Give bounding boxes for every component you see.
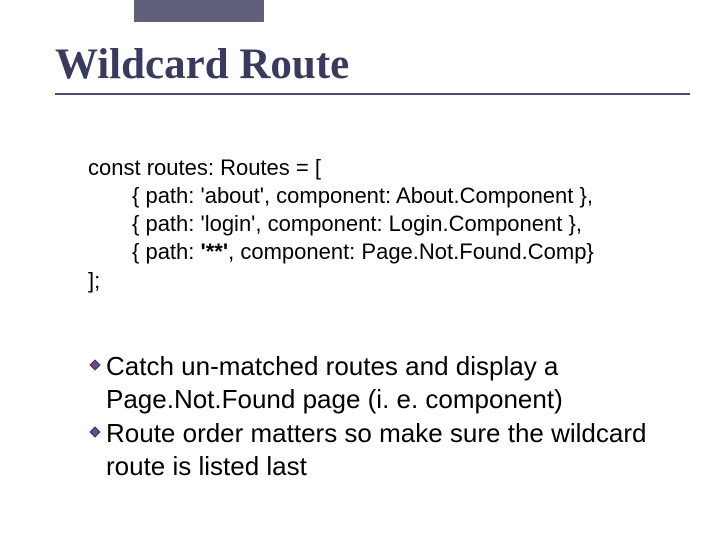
title-underline [55, 93, 690, 95]
decorative-top-bar [134, 0, 264, 22]
code-line: { path: 'about', component: About.Compon… [88, 182, 670, 210]
diamond-bullet-icon [88, 358, 102, 372]
code-text: , component: Page.Not.Found.Comp} [228, 239, 594, 264]
bullet-text: Catch un-matched routes and display a Pa… [106, 350, 660, 415]
code-line: { path: '**', component: Page.Not.Found.… [88, 238, 670, 266]
slide-title: Wildcard Route [55, 40, 690, 95]
code-line: ]; [88, 267, 670, 295]
title-area: Wildcard Route [55, 40, 690, 95]
code-block: const routes: Routes = [ { path: 'about'… [88, 154, 670, 295]
bullet-list: Catch un-matched routes and display a Pa… [88, 350, 660, 484]
code-line: const routes: Routes = [ [88, 154, 670, 182]
slide: Wildcard Route const routes: Routes = [ … [0, 0, 720, 540]
bullet-text: Route order matters so make sure the wil… [106, 417, 660, 482]
wildcard-path-literal: '**' [201, 239, 229, 264]
code-line: { path: 'login', component: Login.Compon… [88, 210, 670, 238]
code-text: { path: [132, 239, 201, 264]
list-item: Catch un-matched routes and display a Pa… [88, 350, 660, 415]
list-item: Route order matters so make sure the wil… [88, 417, 660, 482]
diamond-bullet-icon [88, 425, 102, 439]
